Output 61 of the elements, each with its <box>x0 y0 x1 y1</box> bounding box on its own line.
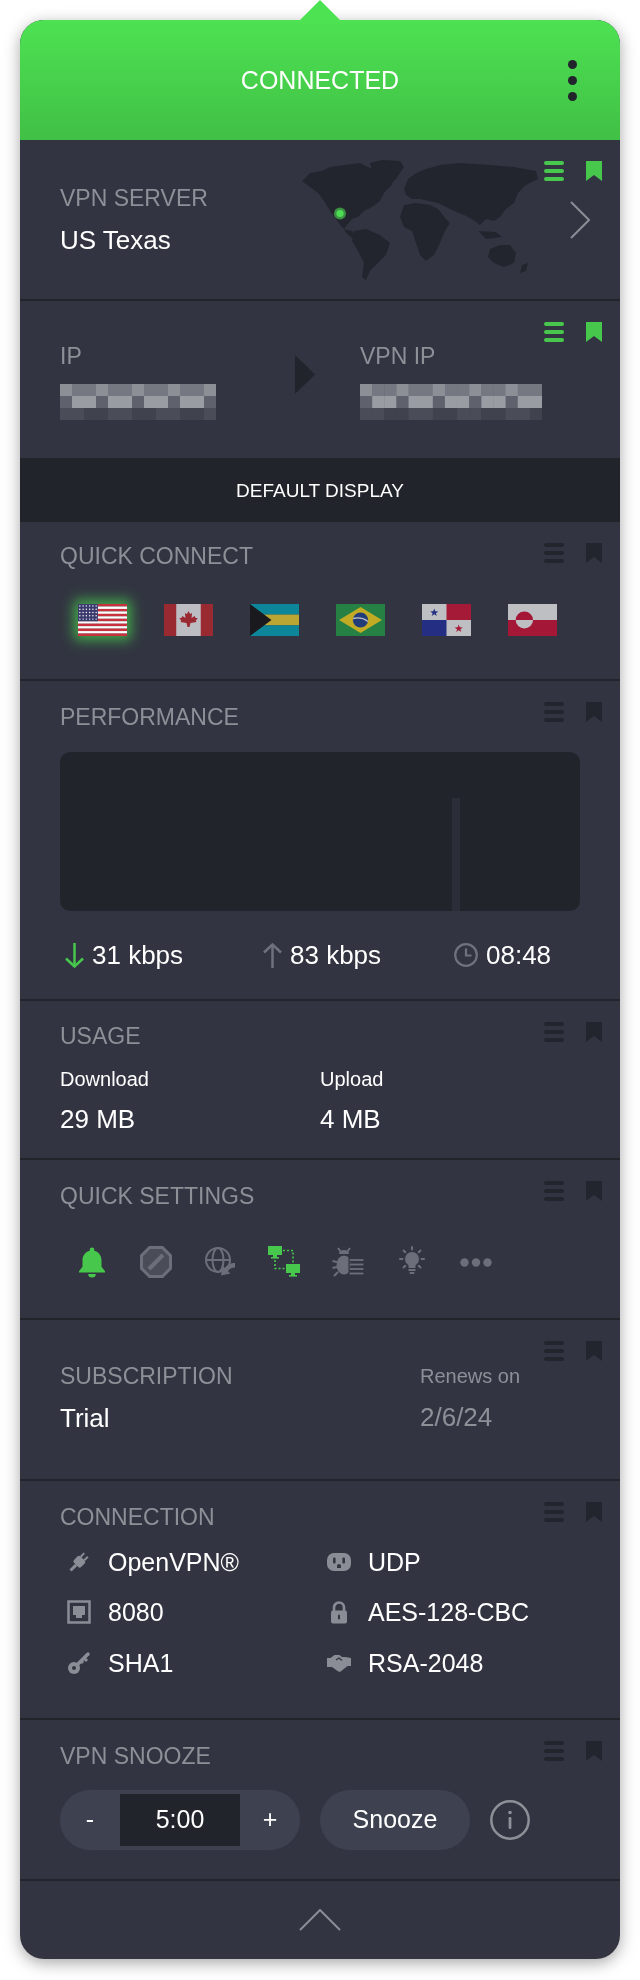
connection-status: CONNECTED <box>240 65 400 95</box>
section-title: PERFORMANCE <box>60 703 239 731</box>
key-icon <box>67 1650 91 1675</box>
duration-stepper[interactable]: - 5:00 + <box>60 1790 300 1850</box>
connection-detail: SHA1 <box>108 1647 174 1678</box>
connection-detail: RSA-2048 <box>368 1647 484 1678</box>
network-icon[interactable] <box>268 1246 300 1278</box>
section-title: VPN SNOOZE <box>60 1742 211 1770</box>
section-title: VPN IP <box>360 342 436 370</box>
chevron-up-icon[interactable] <box>299 1909 341 1931</box>
section-title: SUBSCRIPTION <box>60 1362 233 1390</box>
blocked-sign-icon[interactable] <box>140 1246 172 1278</box>
kebab-menu-icon[interactable] <box>568 59 577 101</box>
section-title: QUICK CONNECT <box>60 542 253 570</box>
section-title: QUICK SETTINGS <box>60 1182 255 1210</box>
bahamas-flag-icon[interactable] <box>249 604 299 636</box>
clock-icon <box>454 943 478 967</box>
usage-value: 4 MB <box>320 1103 381 1135</box>
section-title: VPN SERVER <box>60 183 208 212</box>
greenland-flag-icon[interactable] <box>507 604 557 636</box>
connection-time: 08:48 <box>486 939 552 971</box>
bookmark-icon[interactable] <box>586 322 602 342</box>
upload-speed: 83 kbps <box>290 939 382 971</box>
more-icon[interactable] <box>460 1257 492 1267</box>
brazil-flag-icon[interactable] <box>335 604 385 636</box>
section-title: CONNECTION <box>60 1503 215 1531</box>
snooze-button[interactable]: Snooze <box>320 1790 470 1850</box>
location-marker-icon <box>334 207 346 220</box>
section-title: USAGE <box>60 1022 141 1050</box>
connection-detail: 8080 <box>108 1597 164 1627</box>
usage-label: Upload <box>320 1067 384 1091</box>
globe-arrow-icon[interactable] <box>204 1246 236 1278</box>
duration-field[interactable]: 5:00 <box>120 1794 240 1846</box>
chevron-right-icon[interactable] <box>570 200 590 239</box>
info-icon[interactable] <box>490 1800 530 1840</box>
default-display-header: DEFAULT DISPLAY <box>20 460 620 522</box>
plan-name: Trial <box>60 1402 110 1434</box>
section-title: IP <box>60 342 82 370</box>
connection-detail: UDP <box>368 1546 421 1577</box>
connection-detail: OpenVPN® <box>108 1546 239 1577</box>
download-speed: 31 kbps <box>92 939 184 971</box>
bell-icon[interactable] <box>76 1246 108 1278</box>
usage-value: 29 MB <box>60 1103 136 1135</box>
increment-button[interactable]: + <box>240 1794 300 1846</box>
bug-icon[interactable] <box>332 1246 364 1278</box>
download-arrow-icon <box>65 942 84 968</box>
united-states-flag-icon[interactable] <box>77 604 127 636</box>
connection-detail: AES-128-CBC <box>368 1597 530 1627</box>
panama-flag-icon[interactable] <box>421 604 471 636</box>
list-icon[interactable] <box>544 322 564 342</box>
usage-label: Download <box>60 1067 149 1091</box>
ethernet-port-icon <box>67 1600 91 1624</box>
renewal-date: 2/6/24 <box>420 1401 493 1433</box>
upload-arrow-icon <box>263 942 282 968</box>
popover-pointer <box>300 0 340 20</box>
canada-flag-icon[interactable] <box>163 604 213 636</box>
list-icon[interactable] <box>544 161 564 181</box>
decrement-button[interactable]: - <box>60 1794 120 1846</box>
bookmark-icon[interactable] <box>586 161 602 181</box>
renewal-label: Renews on <box>420 1364 521 1388</box>
server-name: US Texas <box>60 223 171 256</box>
